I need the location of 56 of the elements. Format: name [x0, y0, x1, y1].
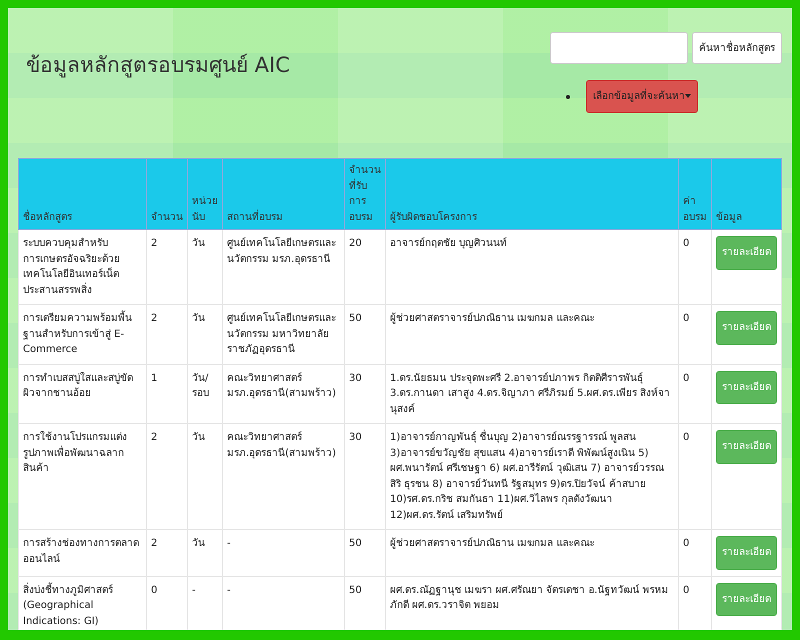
- page-title: ข้อมูลหลักสูตรอบรมศูนย์ AIC: [25, 52, 290, 80]
- details-button[interactable]: รายละเอียด: [716, 311, 777, 344]
- table-cell: 2: [146, 230, 188, 304]
- table-cell: 30: [344, 364, 386, 424]
- column-header: ชื่อหลักสูตร: [18, 158, 146, 230]
- caret-icon: [685, 94, 691, 98]
- table-cell: 0: [678, 530, 712, 576]
- table-cell: -: [222, 530, 344, 576]
- table-cell: วัน: [188, 424, 222, 530]
- search-field[interactable]: [550, 32, 688, 64]
- column-header: สถานที่อบรม: [222, 158, 344, 230]
- bullet-icon: [566, 94, 570, 98]
- column-header: จำนวนที่รับการอบรม: [344, 158, 386, 230]
- table-cell: 1: [146, 364, 188, 424]
- table-cell: ผู้ช่วยศาสตราจารย์ปภณิธาน เมฆกมล และคณะ: [386, 530, 678, 576]
- column-header: ค่าอบรม: [678, 158, 712, 230]
- table-cell: การสร้างช่องทางการตลาดออนไลน์: [18, 530, 146, 576]
- search-button[interactable]: ค้นหาชื่อหลักสูตร: [692, 32, 782, 64]
- table-cell: วัน: [188, 530, 222, 576]
- table-cell: การใช้งานโปรแกรมแต่งรูปภาพเพื่อพัฒนาฉลากสินค้า: [18, 424, 146, 530]
- details-button[interactable]: รายละเอียด: [716, 370, 777, 404]
- table-cell: ผู้ช่วยศาสตราจารย์ปภณิธาน เมฆกมล และคณะ: [386, 304, 678, 364]
- table-cell: 0: [678, 304, 712, 364]
- details-button[interactable]: รายละเอียด: [716, 536, 777, 570]
- table-cell: 30: [344, 424, 386, 530]
- table-cell: 0: [678, 424, 712, 530]
- table-cell: 0: [678, 230, 712, 304]
- table-cell: การทำเบสสบู่ใสและสบู่ขัดผิวจากชานอ้อย: [18, 364, 146, 424]
- table-cell: 50: [344, 304, 386, 364]
- column-header: หน่วยนับ: [188, 158, 222, 230]
- column-header: จำนวน: [146, 158, 188, 230]
- table-cell: 20: [344, 230, 386, 304]
- table-cell: อาจารย์กฤตชัย บุญศิวนนท์: [386, 230, 678, 304]
- table-cell: ระบบควบคุมสำหรับการเกษตรอัจฉริยะด้วยเทคโนโลยีอินเทอร์เน็ตประสานสรรพสิ่ง: [18, 230, 146, 304]
- table-cell: คณะวิทยาศาสตร์ มรภ.อุดรธานี(สามพร้าว): [222, 424, 344, 530]
- filter-dropdown-button[interactable]: เลือกข้อมูลที่จะค้นหา: [586, 80, 698, 113]
- table-cell: 2: [146, 304, 188, 364]
- table-cell: 50: [344, 530, 386, 576]
- table-cell: ศูนย์เทคโนโลยีเกษตรและนวัตกรรม มหาวิทยาลัยราชภัฏอุดรธานี: [222, 304, 344, 364]
- details-button[interactable]: รายละเอียด: [716, 582, 777, 616]
- table-cell: 1.ดร.นัยธมน ประจุดพะศรี 2.อาจารย์ปภาพร กิตติศีรารพันธุ์ 3.ดร.กานดา เสาสูง 4.ดร.จิญาภา ศรีภิรมย์ 5.ผศ.ดร.เพียร สิงห์จานุสงค์: [386, 364, 678, 424]
- details-button[interactable]: รายละเอียด: [716, 430, 777, 464]
- table-cell: 2: [146, 424, 188, 530]
- column-header: ผู้รับผิดชอบโครงการ: [386, 158, 678, 230]
- table-cell: สิ่งบ่งชี้ทางภูมิศาสตร์ (Geographical Indications: GI): [18, 576, 146, 630]
- details-button[interactable]: รายละเอียด: [716, 236, 777, 270]
- table-cell: คณะวิทยาศาสตร์ มรภ.อุดรธานี(สามพร้าว): [222, 364, 344, 424]
- table-cell: 2: [146, 530, 188, 576]
- table-cell: 1)อาจารย์กาญพันธุ์ ชื่นบุญ 2)อาจารย์ณรรฐารรณ์ พูลสน 3)อาจารย์ขวัญชัย สุขแสน 4)อาจารย์เราดี พิพัฒน์สูงเนิน 5) ผศ.พนารัตน์ ศรีเชษฐา 6) ผศ.อารีรัตน์ วุฒิเสน 7) อาจารย์วรรณสิริ ธุรชน 8) อาจารย์วันทนี รัฐสมุทร 9)ดร.ปิยวัจน์ ค้าสบาย 10)รศ.ดร.กริช สมกันธา 11)ผศ.วิไลพร กุลตังวัฒนา 12)ผศ.ดร.รัตน์ เสริมทรัพย์: [386, 424, 678, 530]
- table-cell: การเตรียมความพร้อมพื้นฐานสำหรับการเข้าสู่ E-Commerce: [18, 304, 146, 364]
- table-cell: 0: [678, 364, 712, 424]
- table-cell: วัน/รอบ: [188, 364, 222, 424]
- table-cell: ศูนย์เทคโนโลยีเกษตรและนวัตกรรม มรภ.อุดรธานี: [222, 230, 344, 304]
- table-cell: วัน: [188, 304, 222, 364]
- table-cell: วัน: [188, 230, 222, 304]
- column-header: ข้อมูล: [712, 158, 782, 230]
